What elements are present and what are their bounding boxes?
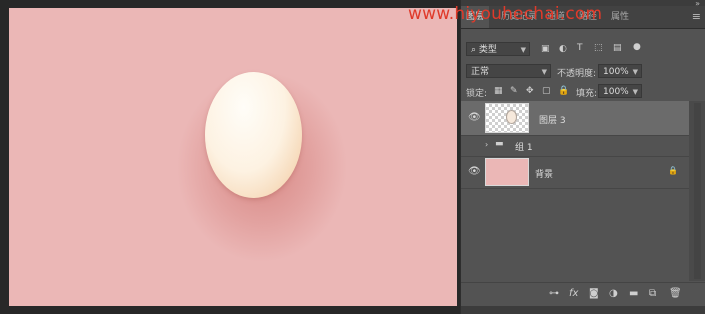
opacity-value: 100% (603, 67, 629, 77)
adjustment-icon[interactable]: ◑ (609, 288, 618, 299)
layer-name[interactable]: 背景 (535, 167, 553, 180)
fx-icon[interactable]: fx (569, 288, 578, 299)
lock-image-icon[interactable]: ✎ (510, 86, 518, 96)
layers-bottom-toolbar: ⊶ fx ◙ ◑ ▬ ⧉ 🗑 (461, 282, 705, 307)
egg-shape (205, 72, 302, 198)
layer-thumbnail (485, 103, 529, 133)
search-icon: ⌕ (471, 45, 477, 55)
fill-value: 100% (603, 87, 629, 97)
blend-mode-select[interactable]: 正常 ▼ (466, 64, 551, 78)
opacity-input[interactable]: 100% ▼ (598, 64, 642, 78)
tab-properties[interactable]: 属性 (611, 6, 629, 28)
scrollbar-track[interactable] (694, 103, 701, 279)
eye-icon[interactable]: 👁 (468, 112, 481, 123)
link-icon[interactable]: ⊶ (549, 288, 559, 299)
filter-adjustment-icon[interactable]: ◐ (559, 44, 567, 54)
document-canvas[interactable] (9, 8, 457, 306)
folder-icon[interactable]: ▬ (629, 288, 638, 299)
layer-row-background[interactable]: 👁 背景 🔒 (461, 156, 689, 189)
watermark-text: www.hiyouhechai.com (408, 4, 603, 24)
filter-pixel-icon[interactable]: ▣ (541, 44, 550, 54)
panel-footer-strip (461, 306, 705, 314)
lock-icon: 🔒 (668, 166, 678, 175)
new-layer-icon[interactable]: ⧉ (649, 288, 656, 299)
panel-menu-icon[interactable]: ≡ (692, 10, 701, 23)
layer-filter-row: ⌕ 类型 ▼ ▣ ◐ T ⬚ ▤ ● (461, 40, 705, 58)
lock-position-icon[interactable]: ✥ (526, 86, 534, 96)
chevron-down-icon: ▼ (541, 68, 547, 76)
chevron-down-icon: ▼ (520, 46, 526, 54)
chevron-down-icon: ▼ (632, 88, 638, 96)
folder-icon: ▬ (495, 139, 504, 149)
thumbnail-egg (506, 110, 517, 124)
filter-kind-label: 类型 (478, 45, 497, 55)
layers-list: 👁 图层 3 › ▬ 组 1 👁 背景 🔒 (461, 101, 689, 281)
layer-row-layer-3[interactable]: 👁 图层 3 (461, 101, 689, 136)
mask-icon[interactable]: ◙ (589, 288, 599, 299)
filter-toggle-icon[interactable]: ● (633, 42, 641, 52)
filter-shape-icon[interactable]: ⬚ (594, 43, 603, 53)
opacity-label: 不透明度: (557, 69, 597, 79)
fill-input[interactable]: 100% ▼ (598, 84, 642, 98)
layer-name[interactable]: 组 1 (515, 140, 533, 153)
filter-smart-object-icon[interactable]: ▤ (613, 43, 622, 53)
layers-scrollbar[interactable] (689, 101, 705, 281)
lock-all-icon[interactable]: 🔒 (558, 86, 569, 96)
filter-kind-select[interactable]: ⌕ 类型 ▼ (466, 42, 530, 56)
layers-panel: » 图层 历史记录 通道 路径 属性 ≡ ⌕ 类型 ▼ ▣ ◐ T ⬚ ▤ ● … (460, 0, 705, 314)
blend-row: 正常 ▼ 不透明度: 100% ▼ (461, 63, 705, 81)
fill-label: 填充: (576, 89, 598, 99)
document-canvas-area (0, 0, 460, 314)
lock-transparent-icon[interactable]: ▦ (494, 86, 503, 96)
lock-label: 锁定: (466, 89, 488, 99)
layer-thumbnail (485, 158, 529, 186)
layer-name[interactable]: 图层 3 (539, 113, 566, 126)
chevron-right-icon[interactable]: › (485, 140, 488, 149)
trash-icon[interactable]: 🗑 (669, 288, 682, 299)
filter-type-icon[interactable]: T (577, 43, 583, 53)
eye-icon[interactable]: 👁 (468, 166, 481, 177)
layer-row-group-1[interactable]: › ▬ 组 1 (461, 135, 689, 157)
lock-artboard-icon[interactable]: ▢ (542, 86, 551, 96)
blend-mode-value: 正常 (471, 67, 490, 77)
chevron-down-icon: ▼ (632, 68, 638, 76)
lock-row: 锁定: ▦ ✎ ✥ ▢ 🔒 填充: 100% ▼ (461, 83, 705, 101)
